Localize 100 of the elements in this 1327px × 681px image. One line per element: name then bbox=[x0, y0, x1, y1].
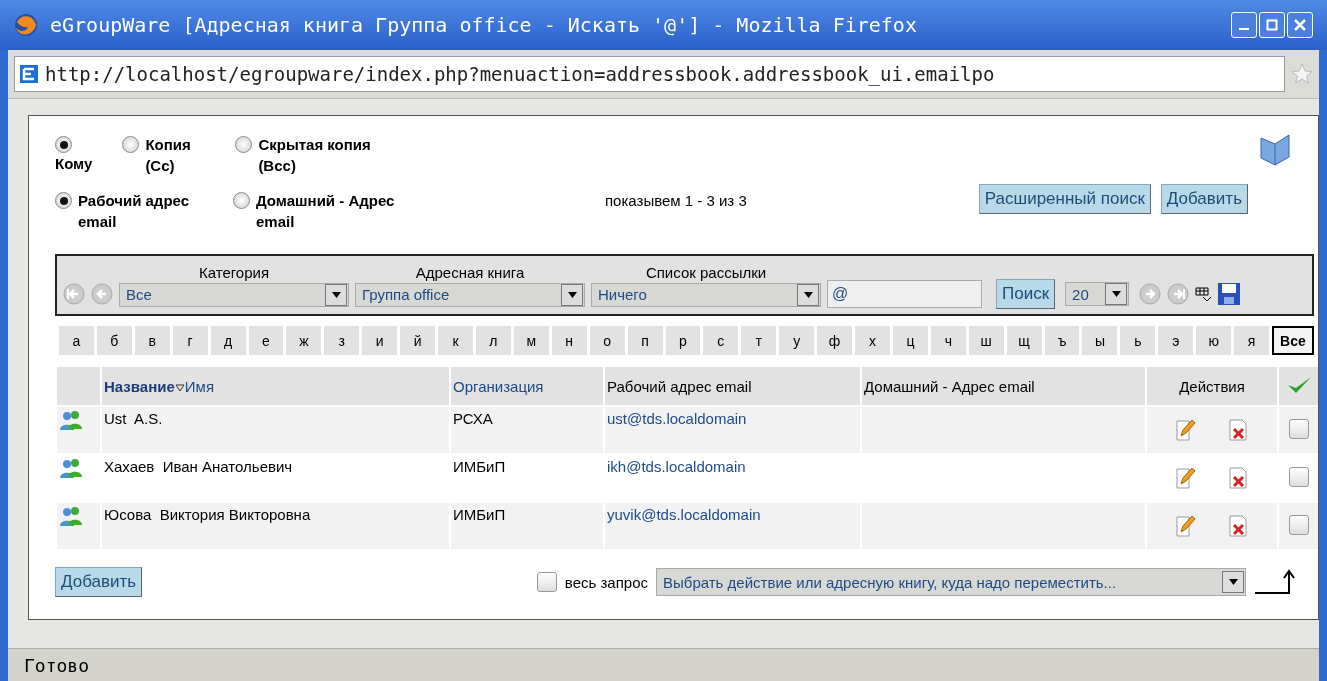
row-checkbox[interactable] bbox=[1288, 466, 1309, 487]
letter-button[interactable]: ъ bbox=[1044, 326, 1080, 355]
letter-button[interactable]: у bbox=[779, 326, 815, 355]
letter-button[interactable]: ж bbox=[286, 326, 322, 355]
search-button[interactable]: Поиск bbox=[996, 279, 1056, 309]
letter-button[interactable]: з bbox=[324, 326, 360, 355]
window-title: eGroupWare [Адресная книга Группа office - Искать '@'] - Mozilla Firefox bbox=[50, 13, 918, 37]
radio-label: Кому bbox=[55, 154, 93, 174]
letter-button[interactable]: в bbox=[134, 326, 170, 355]
radio-button[interactable] bbox=[233, 192, 250, 209]
email-link[interactable]: ikh@tds.localdomain bbox=[607, 458, 746, 475]
letter-button[interactable]: о bbox=[589, 326, 625, 355]
letter-button[interactable]: а bbox=[59, 326, 94, 355]
organization-cell: ИМБиП bbox=[453, 458, 506, 475]
filter-select[interactable]: Все bbox=[119, 282, 349, 307]
edit-icon[interactable] bbox=[1175, 514, 1197, 538]
letter-button[interactable]: э bbox=[1158, 326, 1194, 355]
filter-label: Адресная книга bbox=[415, 263, 525, 281]
arrow-up-icon[interactable] bbox=[1254, 569, 1296, 595]
letter-button[interactable]: д bbox=[210, 326, 246, 355]
letter-button[interactable]: Все bbox=[1272, 326, 1314, 355]
radio-button[interactable] bbox=[55, 192, 72, 209]
contact-name: Ust A.S. bbox=[104, 410, 163, 427]
letter-button[interactable]: б bbox=[96, 326, 132, 355]
letter-button[interactable]: ь bbox=[1120, 326, 1156, 355]
letter-button[interactable]: р bbox=[665, 326, 701, 355]
letter-button[interactable]: щ bbox=[1006, 326, 1042, 355]
radio-label: Домашний - Адрес email bbox=[256, 191, 396, 232]
minimize-button[interactable] bbox=[1231, 12, 1257, 38]
letter-button[interactable]: е bbox=[248, 326, 284, 355]
organization-cell: РСХА bbox=[453, 410, 493, 427]
radio-button[interactable] bbox=[122, 136, 140, 153]
letter-button[interactable]: п bbox=[627, 326, 663, 355]
letter-button[interactable]: х bbox=[855, 326, 890, 355]
letter-button[interactable]: т bbox=[741, 326, 777, 355]
search-field[interactable]: @ bbox=[827, 280, 982, 308]
toolbar-button[interactable]: Расширенный поиск bbox=[978, 184, 1151, 214]
letter-button[interactable]: м bbox=[513, 326, 549, 355]
letter-button[interactable]: л bbox=[475, 326, 511, 355]
letter-button[interactable]: ш bbox=[968, 326, 1004, 355]
minimize-icon bbox=[1239, 28, 1249, 30]
letter-button[interactable]: г bbox=[172, 326, 208, 355]
filter-select[interactable]: Группа office bbox=[355, 282, 585, 307]
letter-button[interactable]: й bbox=[400, 326, 436, 355]
letter-button[interactable]: к bbox=[438, 326, 473, 355]
book-icon[interactable] bbox=[1258, 134, 1292, 166]
delete-icon[interactable] bbox=[1227, 418, 1249, 442]
action-select[interactable]: Выбрать действие или адресную книгу, куда надо переместить... bbox=[656, 568, 1246, 596]
page-size-select[interactable]: 20 bbox=[1065, 282, 1130, 306]
letter-button[interactable]: я bbox=[1234, 326, 1269, 355]
letter-button[interactable]: ю bbox=[1196, 326, 1232, 355]
contact-name: Юсова Виктория Викторовна bbox=[104, 506, 311, 523]
column-header: Рабочий адрес email bbox=[607, 377, 752, 395]
radio-button[interactable] bbox=[235, 136, 253, 153]
letter-button[interactable]: с bbox=[703, 326, 739, 355]
organization-cell: ИМБиП bbox=[453, 506, 506, 523]
column-link[interactable]: Имя bbox=[184, 377, 215, 395]
letter-button[interactable]: ц bbox=[892, 326, 928, 355]
close-icon bbox=[1294, 19, 1306, 31]
radio-label: Рабочий адрес email bbox=[78, 191, 191, 232]
edit-icon[interactable] bbox=[1175, 418, 1197, 442]
letter-button[interactable]: и bbox=[362, 326, 398, 355]
letter-button[interactable]: ч bbox=[930, 326, 966, 355]
add-button[interactable]: Добавить bbox=[55, 567, 143, 597]
checkbox[interactable] bbox=[536, 572, 557, 592]
status-text: Готово bbox=[24, 654, 90, 676]
letter-button[interactable]: н bbox=[551, 326, 587, 355]
users-icon bbox=[59, 410, 83, 432]
page-icon bbox=[19, 64, 39, 84]
close-button[interactable] bbox=[1287, 12, 1313, 38]
radio-label: Скрытая копия (Bcc) bbox=[258, 135, 372, 176]
sort-icon bbox=[174, 383, 185, 392]
radio-button[interactable] bbox=[55, 136, 72, 153]
row-checkbox[interactable] bbox=[1288, 514, 1309, 535]
edit-icon[interactable] bbox=[1175, 466, 1197, 490]
filter-label: Список рассылки bbox=[645, 263, 767, 281]
sort-link[interactable]: Название bbox=[104, 377, 185, 395]
letter-button[interactable]: ф bbox=[817, 326, 853, 355]
users-icon bbox=[59, 458, 83, 480]
delete-icon[interactable] bbox=[1227, 514, 1249, 538]
maximize-button[interactable] bbox=[1259, 12, 1285, 38]
result-count: показывем 1 - 3 из 3 bbox=[605, 192, 747, 209]
star-icon[interactable] bbox=[1291, 63, 1313, 85]
radio-label: Копия (Cc) bbox=[145, 135, 192, 176]
column-header: Действия bbox=[1179, 377, 1245, 395]
columns-icon[interactable] bbox=[1195, 286, 1212, 302]
save-icon[interactable] bbox=[1217, 282, 1242, 306]
letter-button[interactable]: ы bbox=[1082, 326, 1118, 355]
users-icon bbox=[59, 506, 83, 528]
address-field[interactable]: http://localhost/egroupware/index.php?menuaction=addressbook.addressbook_ui.emailpo bbox=[14, 56, 1285, 92]
column-header: Домашний - Адрес email bbox=[864, 377, 1035, 395]
browser-logo-icon bbox=[14, 13, 38, 37]
delete-icon[interactable] bbox=[1227, 466, 1249, 490]
maximize-icon bbox=[1266, 19, 1278, 31]
filter-label: Категория bbox=[198, 263, 270, 281]
filter-select[interactable]: Ничего bbox=[591, 282, 821, 307]
toolbar-button[interactable]: Добавить bbox=[1160, 184, 1248, 214]
checkbox-label: весь запрос bbox=[564, 573, 648, 591]
row-checkbox[interactable] bbox=[1288, 418, 1309, 439]
contact-name: Хахаев Иван Анатольевич bbox=[104, 458, 293, 475]
